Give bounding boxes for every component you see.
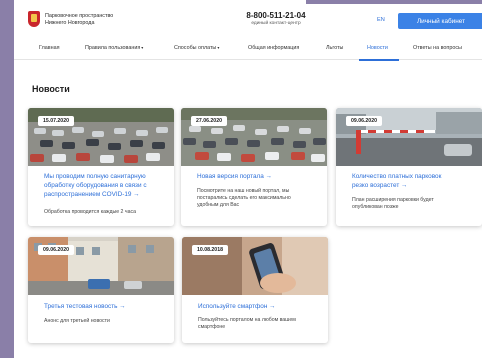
- date-badge: 15.07.2020: [38, 116, 74, 126]
- nav-label: Ответы на вопросы: [413, 45, 462, 51]
- parking-lot-photo: 27.06.2020: [181, 108, 327, 166]
- parking-lot-photo: 15.07.2020: [28, 108, 174, 166]
- nav-label: Главная: [39, 45, 60, 51]
- news-description: Обработка проводится каждые 2 часа: [44, 209, 162, 216]
- nav-item-benefits[interactable]: Льготы: [326, 45, 343, 51]
- page-title: Новости: [32, 84, 70, 94]
- news-description: План расширения парковки будет опубликов…: [352, 197, 470, 211]
- desc-line: опубликован позже: [352, 204, 399, 210]
- nav-item-general-info[interactable]: Общая информация: [248, 45, 299, 51]
- chevron-down-icon: ▾: [217, 45, 220, 50]
- desc-line: постарались сделать его максимально: [197, 195, 291, 201]
- arrow-right-icon: →: [133, 191, 140, 198]
- news-card-5[interactable]: 10.08.2018 Используйте смартфон → Пользу…: [182, 237, 328, 343]
- news-card-1[interactable]: 15.07.2020 Мы проводим полную санитарную…: [28, 108, 174, 226]
- date-badge: 27.06.2020: [191, 116, 227, 126]
- nav-label: Правила пользования: [85, 45, 141, 51]
- news-description: Посмотрите на наш новый портал, мы поста…: [197, 188, 315, 209]
- title-line: Новая версия портала: [197, 173, 264, 180]
- page-frame: Парковочное пространство Нижнего Новгоро…: [14, 0, 482, 358]
- nav-label: Новости: [367, 45, 388, 51]
- phone-number[interactable]: 8-800-511-21-04: [236, 11, 316, 20]
- title-line: обработку оборудования в связи с: [44, 182, 147, 189]
- news-title-link[interactable]: Количество платных парковок резко возрас…: [352, 172, 474, 190]
- arrow-right-icon: →: [269, 303, 276, 310]
- brand-line-2: Нижнего Новгорода: [45, 20, 95, 26]
- title-line: распространением COVID-19: [44, 191, 132, 198]
- main-nav: Главная Правила пользования▾ Способы опл…: [14, 40, 482, 61]
- parking-barrier-photo: 09.06.2020: [336, 108, 482, 166]
- news-card-2[interactable]: 27.06.2020 Новая версия портала → Посмот…: [181, 108, 327, 226]
- news-title-link[interactable]: Третья тестовая новость →: [44, 302, 166, 311]
- news-title-link[interactable]: Мы проводим полную санитарную обработку …: [44, 172, 166, 199]
- title-line: Мы проводим полную санитарную: [44, 173, 146, 180]
- title-line: Третья тестовая новость: [44, 303, 118, 310]
- nav-item-news[interactable]: Новости: [367, 45, 388, 51]
- nav-label: Способы оплаты: [174, 45, 217, 51]
- personal-cabinet-button[interactable]: Личный кабинет: [398, 13, 482, 29]
- date-badge: 10.08.2018: [192, 245, 228, 255]
- city-coat-of-arms-logo[interactable]: [28, 11, 40, 27]
- language-switch[interactable]: EN: [377, 17, 385, 23]
- arrow-right-icon: →: [401, 182, 408, 189]
- desc-line: удобным для Вас: [197, 202, 240, 208]
- arrow-right-icon: →: [119, 303, 126, 310]
- title-line: Количество платных парковок: [352, 173, 442, 180]
- chevron-down-icon: ▾: [141, 45, 144, 50]
- smartphone-hand-photo: 10.08.2018: [182, 237, 328, 295]
- news-card-3[interactable]: 09.06.2020 Количество платных парковок р…: [336, 108, 482, 226]
- contact-phone: 8-800-511-21-04 единый контакт-центр: [236, 11, 316, 26]
- nav-item-faq[interactable]: Ответы на вопросы: [413, 45, 462, 51]
- site-header: Парковочное пространство Нижнего Новгоро…: [14, 0, 482, 36]
- news-title-link[interactable]: Новая версия портала →: [197, 172, 319, 181]
- desc-line: Пользуйтесь порталом на любом вашем: [198, 317, 296, 323]
- active-tab-indicator: [359, 59, 399, 61]
- desc-line: Обработка проводится каждые 2 часа: [44, 209, 136, 215]
- date-badge: 09.06.2020: [38, 245, 74, 255]
- news-description: Анонс для третьей новости: [44, 318, 162, 325]
- nav-item-home[interactable]: Главная: [39, 45, 60, 51]
- desc-line: План расширения парковки будет: [352, 197, 434, 203]
- news-description: Пользуйтесь порталом на любом вашем смар…: [198, 317, 316, 331]
- desc-line: Посмотрите на наш новый портал, мы: [197, 188, 290, 194]
- title-line: резко возрастет: [352, 182, 400, 189]
- date-badge: 09.06.2020: [346, 116, 382, 126]
- phone-caption: единый контакт-центр: [251, 21, 301, 26]
- nav-label: Льготы: [326, 45, 344, 51]
- nav-item-payment[interactable]: Способы оплаты▾: [174, 45, 219, 51]
- background-accent: [306, 0, 482, 4]
- nav-item-rules[interactable]: Правила пользования▾: [85, 45, 143, 51]
- city-street-photo: 09.06.2020: [28, 237, 174, 295]
- desc-line: смартфоне: [198, 324, 226, 330]
- title-line: Используйте смартфон: [198, 303, 268, 310]
- desc-line: Анонс для третьей новости: [44, 318, 110, 324]
- nav-label: Общая информация: [248, 45, 300, 51]
- news-card-4[interactable]: 09.06.2020 Третья тестовая новость → Ано…: [28, 237, 174, 343]
- news-title-link[interactable]: Используйте смартфон →: [198, 302, 320, 311]
- brand-line-1: Парковочное пространство: [45, 13, 114, 19]
- brand-name[interactable]: Парковочное пространство Нижнего Новгоро…: [45, 13, 113, 27]
- arrow-right-icon: →: [265, 173, 273, 180]
